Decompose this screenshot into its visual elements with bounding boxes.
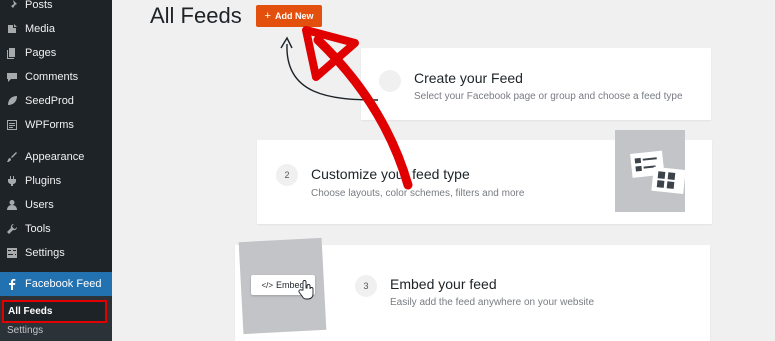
step-title: Embed your feed [390, 276, 497, 292]
users-icon [6, 199, 18, 211]
sidebar-item-label: Comments [25, 71, 79, 83]
sidebar-item-pages[interactable]: Pages [0, 41, 112, 65]
submenu-settings[interactable]: Settings [7, 325, 43, 336]
media-icon [6, 23, 18, 35]
plus-icon: + [264, 10, 271, 22]
red-arrow-head-icon [302, 26, 359, 81]
sidebar-item-label: Pages [25, 47, 57, 59]
wrench-icon [6, 223, 18, 235]
sidebar-item-label: Tools [25, 223, 51, 235]
admin-sidebar: Posts Media Pages Comments SeedProd WPFo… [0, 0, 112, 341]
pages-icon [6, 47, 18, 59]
sidebar-item-label: Appearance [25, 151, 85, 163]
sidebar-item-label: Users [25, 199, 54, 211]
step-number [379, 70, 401, 92]
sidebar-item-label: Plugins [25, 175, 62, 187]
plugins-icon [6, 175, 18, 187]
sidebar-item-plugins[interactable]: Plugins [0, 169, 112, 193]
comments-icon [6, 71, 18, 83]
step-title: Create your Feed [414, 70, 523, 86]
step-description: Choose layouts, color schemes, filters a… [311, 188, 525, 199]
layout-illustration [615, 130, 686, 212]
sidebar-item-appearance[interactable]: Appearance [0, 145, 112, 169]
add-new-button[interactable]: + Add New [256, 5, 322, 27]
sidebar-item-settings[interactable]: Settings [0, 241, 112, 265]
sidebar-item-label: Settings [25, 247, 65, 259]
curved-arrow-head-icon [280, 36, 293, 49]
facebook-icon [6, 278, 18, 290]
sidebar-item-comments[interactable]: Comments [0, 65, 112, 89]
step-number: 3 [355, 275, 377, 297]
sidebar-item-label: WPForms [25, 119, 74, 131]
sidebar-item-seedprod[interactable]: SeedProd [0, 89, 112, 113]
step-number: 2 [276, 164, 298, 186]
page-title: All Feeds [150, 3, 242, 28]
step-description: Easily add the feed anywhere on your web… [390, 297, 595, 308]
sidebar-item-label: Posts [25, 0, 53, 11]
sidebar-item-users[interactable]: Users [0, 193, 112, 217]
submenu-all-feeds[interactable]: All Feeds [2, 300, 107, 323]
sidebar-item-label: Media [25, 23, 55, 35]
add-new-label: Add New [274, 11, 314, 21]
seedprod-leaf-icon [6, 95, 18, 107]
paintbrush-icon [6, 151, 18, 163]
sidebar-item-wpforms[interactable]: WPForms [0, 113, 112, 137]
sidebar-item-media[interactable]: Media [0, 17, 112, 41]
step-description: Select your Facebook page or group and c… [414, 91, 683, 102]
settings-icon [6, 247, 18, 259]
pushpin-icon [6, 0, 18, 11]
embed-illustration-button: </> Embed [251, 275, 315, 295]
sidebar-item-label: Facebook Feed [25, 278, 102, 290]
sidebar-item-label: SeedProd [25, 95, 74, 107]
wpforms-icon [6, 119, 18, 131]
sidebar-item-tools[interactable]: Tools [0, 217, 112, 241]
layout-cards-icon [630, 150, 686, 194]
embed-label: Embed [276, 280, 305, 290]
step-card-create-feed: Create your Feed Select your Facebook pa… [361, 48, 711, 120]
code-icon: </> [261, 280, 274, 290]
sidebar-item-facebook-feed[interactable]: Facebook Feed [0, 272, 112, 296]
step-title: Customize your feed type [311, 166, 470, 182]
sidebar-item-posts[interactable]: Posts [0, 0, 112, 17]
